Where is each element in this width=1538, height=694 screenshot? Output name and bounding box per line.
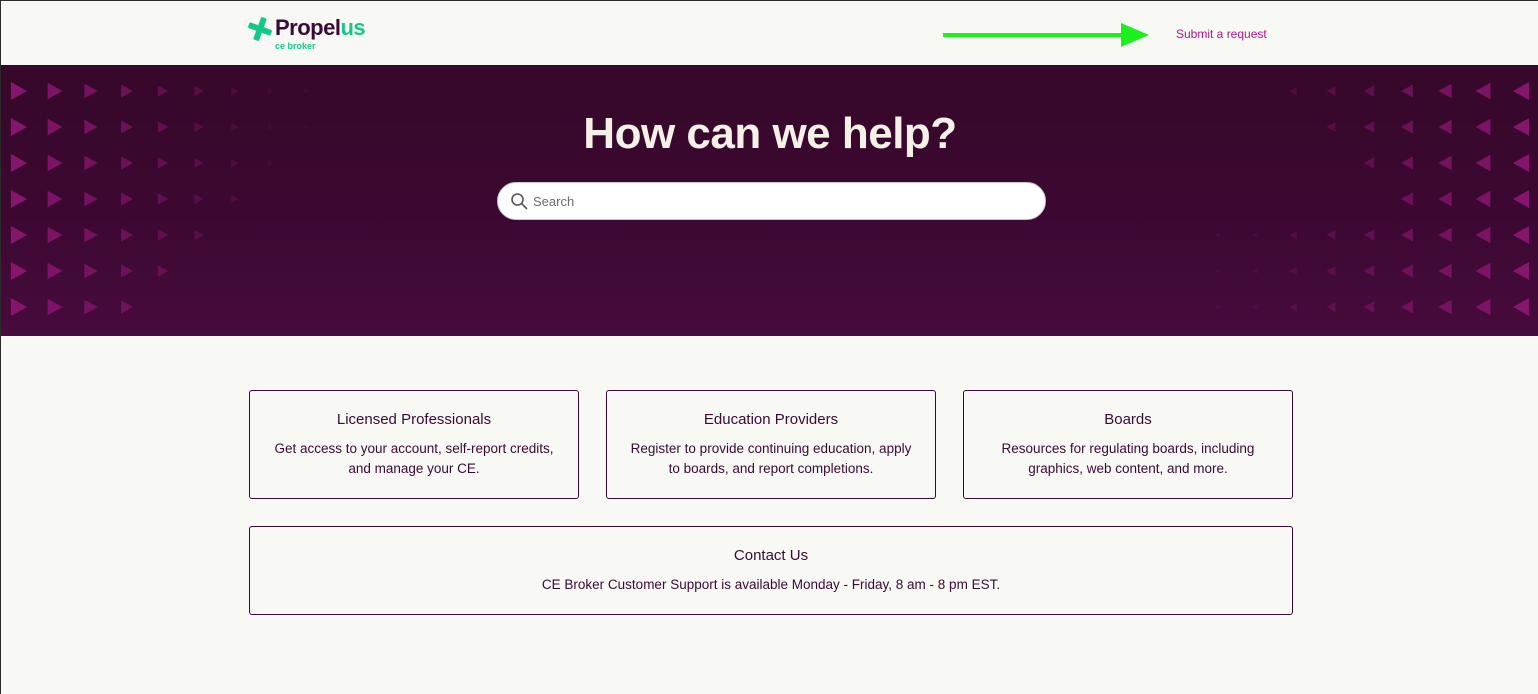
triangle-decoration bbox=[1326, 86, 1336, 96]
card-title: Licensed Professionals bbox=[336, 411, 492, 428]
triangle-decoration bbox=[121, 192, 133, 206]
triangle-decoration bbox=[1475, 262, 1491, 280]
triangle-decoration bbox=[1438, 191, 1452, 207]
search-input[interactable] bbox=[533, 190, 1033, 212]
triangle-decoration bbox=[1326, 230, 1336, 240]
site-header: Propelus ce broker Submit a request bbox=[1, 1, 1538, 65]
triangle-decoration bbox=[84, 83, 98, 99]
triangle-decoration bbox=[121, 264, 133, 278]
triangle-decoration bbox=[1401, 228, 1413, 242]
triangle-decoration bbox=[1401, 300, 1413, 314]
triangle-decoration bbox=[84, 263, 98, 279]
logo-wordmark-accent: us bbox=[340, 15, 366, 40]
triangle-decoration bbox=[1251, 231, 1259, 239]
triangle-decoration bbox=[1363, 85, 1375, 97]
triangle-decoration bbox=[1251, 303, 1259, 311]
triangle-decoration bbox=[1438, 227, 1452, 243]
card-licensed-professionals[interactable]: Licensed Professionals Get access to you… bbox=[249, 390, 579, 499]
triangle-decoration bbox=[1512, 298, 1530, 316]
search-icon bbox=[511, 193, 528, 210]
triangle-decoration bbox=[1363, 265, 1375, 277]
triangle-decoration bbox=[121, 228, 133, 242]
card-education-providers[interactable]: Education Providers Register to provide … bbox=[606, 390, 936, 499]
triangle-decoration bbox=[1214, 268, 1220, 274]
triangle-decoration bbox=[267, 87, 275, 95]
triangle-decoration bbox=[1512, 262, 1530, 280]
submit-request-link[interactable]: Submit a request bbox=[1176, 27, 1267, 41]
triangle-decoration bbox=[10, 226, 28, 244]
triangle-decoration bbox=[1326, 302, 1336, 312]
triangle-decoration bbox=[231, 86, 239, 96]
triangle-decoration bbox=[1289, 230, 1297, 240]
card-boards[interactable]: Boards Resources for regulating boards, … bbox=[963, 390, 1293, 499]
triangle-decoration bbox=[267, 159, 275, 167]
triangle-decoration bbox=[1438, 299, 1452, 315]
triangle-decoration bbox=[194, 86, 204, 96]
card-title: Education Providers bbox=[703, 411, 839, 428]
logo-wordmark: Propelus bbox=[275, 15, 366, 41]
triangle-decoration bbox=[1475, 298, 1491, 316]
triangle-decoration bbox=[1475, 190, 1491, 208]
triangle-decoration bbox=[1401, 192, 1413, 206]
triangle-decoration bbox=[84, 191, 98, 207]
triangle-decoration bbox=[1289, 86, 1297, 96]
triangle-decoration bbox=[194, 230, 204, 240]
logo-wordmark-primary: Propel bbox=[275, 15, 341, 40]
arrow-right-icon bbox=[943, 23, 1149, 47]
triangle-decoration bbox=[1475, 226, 1491, 244]
triangle-decoration bbox=[121, 300, 133, 314]
triangle-decoration bbox=[1363, 229, 1375, 241]
triangle-decoration bbox=[10, 298, 28, 316]
triangle-decoration bbox=[1438, 83, 1452, 99]
triangle-decoration bbox=[194, 194, 204, 204]
triangle-decoration bbox=[231, 194, 239, 204]
card-description: Get access to your account, self-report … bbox=[274, 441, 554, 476]
triangle-decoration bbox=[1251, 267, 1259, 275]
triangle-decoration bbox=[1512, 190, 1530, 208]
triangle-decoration bbox=[1512, 82, 1530, 100]
triangle-decoration bbox=[10, 190, 28, 208]
triangle-decoration bbox=[1214, 232, 1220, 238]
search-bar[interactable] bbox=[497, 182, 1046, 220]
card-title: Contact Us bbox=[733, 547, 809, 564]
triangle-decoration bbox=[1512, 226, 1530, 244]
hero-banner: How can we help? bbox=[1, 65, 1538, 336]
card-description: Register to provide continuing education… bbox=[630, 441, 912, 476]
page-title: How can we help? bbox=[583, 109, 957, 158]
triangle-decoration bbox=[1438, 263, 1452, 279]
triangle-decoration bbox=[1363, 301, 1375, 313]
triangle-decoration bbox=[47, 262, 63, 280]
triangle-decoration bbox=[10, 82, 28, 100]
triangle-decoration bbox=[157, 229, 169, 241]
triangle-decoration bbox=[1475, 82, 1491, 100]
triangle-decoration bbox=[1214, 304, 1220, 310]
triangle-decoration bbox=[231, 158, 239, 168]
triangle-decoration bbox=[1401, 264, 1413, 278]
card-description: CE Broker Customer Support is available … bbox=[541, 577, 1001, 592]
triangle-decoration bbox=[1289, 266, 1297, 276]
triangle-decoration bbox=[1289, 302, 1297, 312]
card-title: Boards bbox=[1104, 411, 1152, 428]
triangle-decoration bbox=[84, 227, 98, 243]
triangle-decoration bbox=[47, 82, 63, 100]
triangle-decoration bbox=[1401, 84, 1413, 98]
triangle-decoration bbox=[304, 88, 310, 94]
triangle-decoration bbox=[121, 84, 133, 98]
card-description: Resources for regulating boards, includi… bbox=[1001, 441, 1255, 476]
triangle-decoration bbox=[47, 190, 63, 208]
triangle-decoration bbox=[10, 262, 28, 280]
triangle-decoration bbox=[1326, 266, 1336, 276]
triangle-decoration bbox=[157, 193, 169, 205]
triangle-decoration bbox=[47, 226, 63, 244]
triangle-decoration bbox=[157, 265, 169, 277]
triangle-decoration bbox=[47, 298, 63, 316]
card-contact-us[interactable]: Contact Us CE Broker Customer Support is… bbox=[249, 526, 1293, 615]
propelus-logo-icon bbox=[248, 17, 272, 41]
page: Propelus ce broker Submit a request How … bbox=[0, 0, 1538, 694]
triangle-decoration bbox=[157, 85, 169, 97]
logo-subtitle: ce broker bbox=[275, 41, 316, 51]
triangle-decoration bbox=[84, 299, 98, 315]
triangle-decoration bbox=[194, 158, 204, 168]
